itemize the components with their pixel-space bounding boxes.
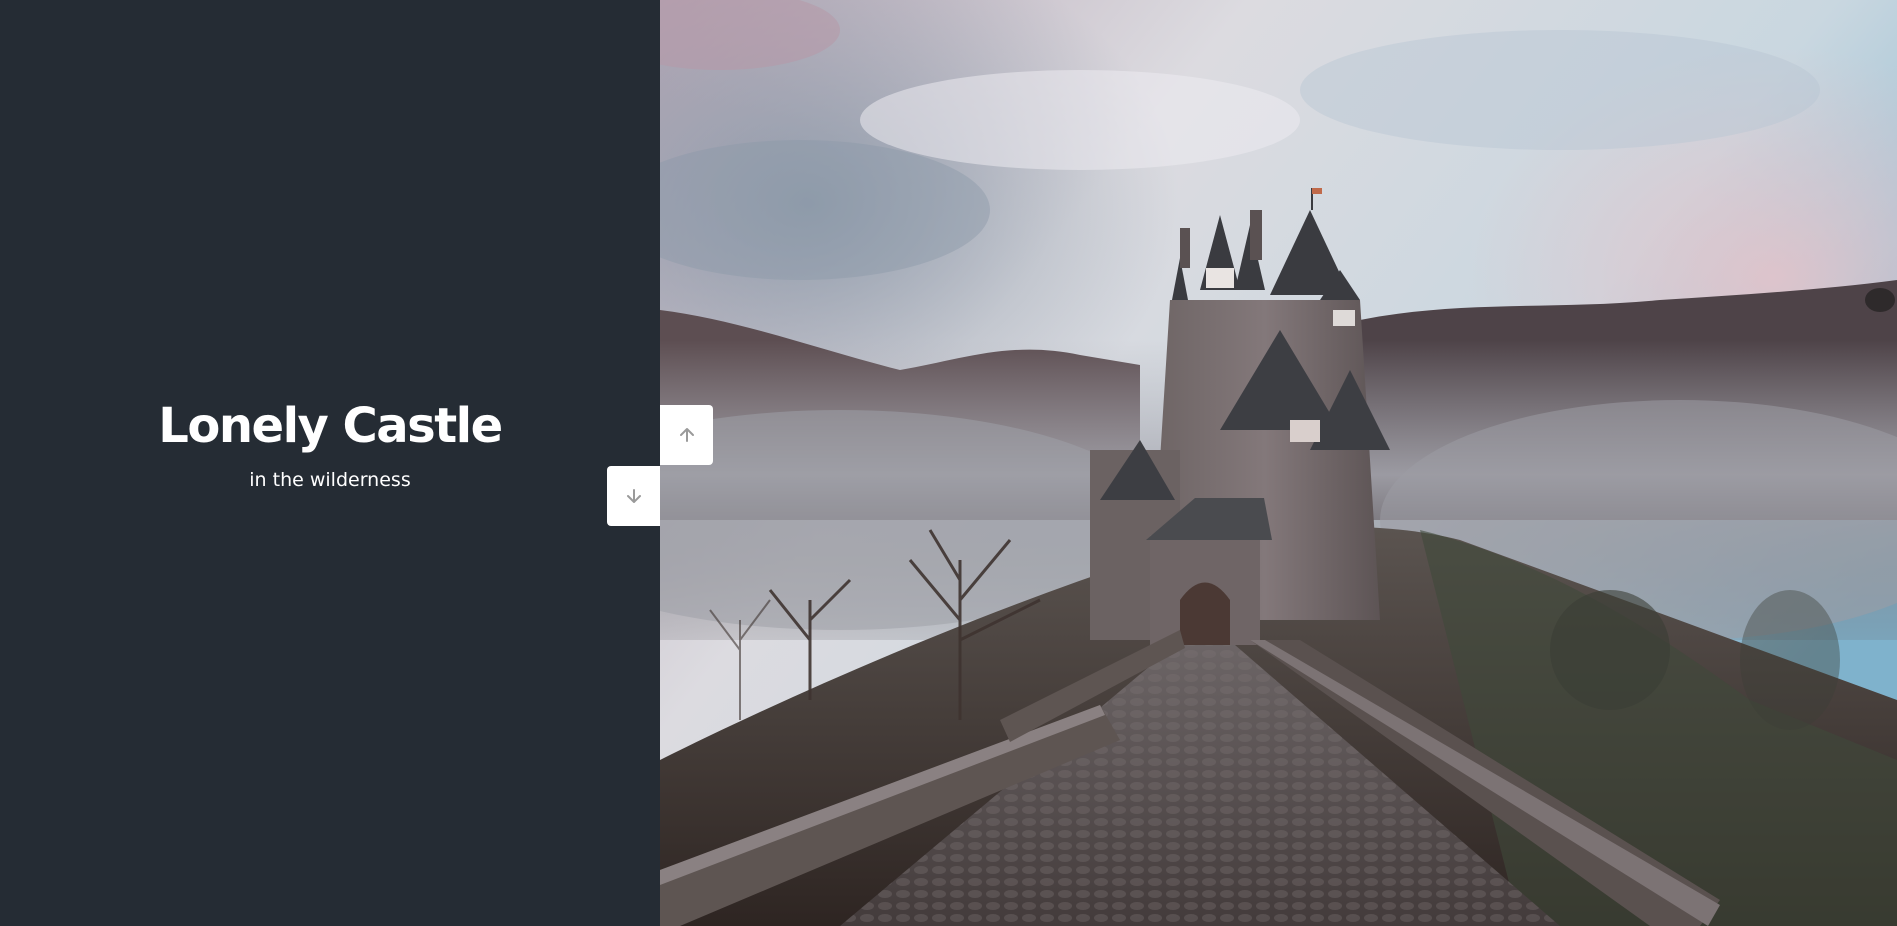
castle-photo <box>660 0 1897 926</box>
slide-title: Lonely Castle <box>158 398 503 455</box>
arrow-up-icon <box>679 428 694 442</box>
slide-image <box>660 0 1897 926</box>
slide-subtitle: in the wilderness <box>249 468 411 491</box>
slide-text-panel: Lonely Castle in the wilderness <box>0 0 660 926</box>
arrow-down-icon <box>626 489 641 503</box>
slide-up-button[interactable] <box>660 405 713 465</box>
slide-down-button[interactable] <box>607 466 660 526</box>
